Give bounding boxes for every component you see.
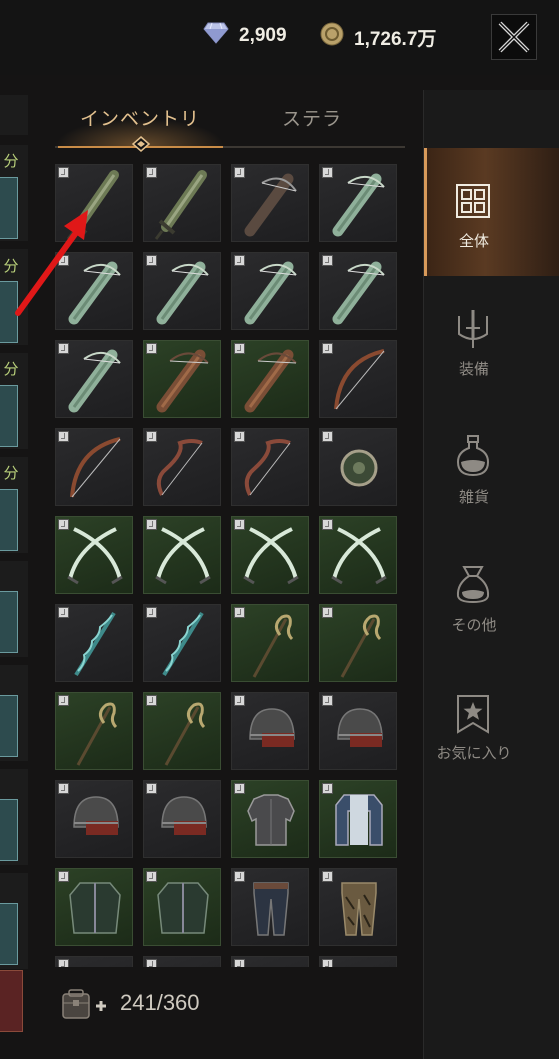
inventory-slot-iron-helmet[interactable] [231,692,309,770]
inventory-slot-serpent-staff[interactable] [231,604,309,682]
active-indicator [424,148,427,276]
top-bar: 2,909 1,726.7万 [0,0,559,75]
inventory-slot-dual-scimitars[interactable] [143,516,221,594]
inventory-slot-longbow[interactable] [319,340,397,418]
inventory-slot-unknown[interactable] [319,956,397,967]
inventory-slot-recurve-bow[interactable] [231,428,309,506]
inventory-slot-twisted-staff-teal[interactable] [143,604,221,682]
inventory-slot-twisted-staff-teal[interactable] [55,604,133,682]
close-icon [498,21,530,53]
left-panel-box[interactable] [0,177,18,239]
inventory-slot-crossbow-green[interactable] [319,252,397,330]
inventory-slot-serpent-staff[interactable] [55,692,133,770]
inventory-slot-serpent-staff[interactable] [319,604,397,682]
inventory-slot-round-shield[interactable] [319,428,397,506]
inventory-slot-serpent-staff[interactable] [143,692,221,770]
inventory-capacity: 241/360 [120,990,200,1015]
inventory-slot-greatsword[interactable] [143,164,221,242]
potion-icon [456,435,490,477]
pouch-icon [456,566,490,604]
inventory-slot-plate-armor[interactable] [231,780,309,858]
left-panel-box[interactable] [0,695,18,757]
category-misc[interactable]: 雑貨 [424,404,559,532]
inventory-slot-crossbow-green[interactable] [143,252,221,330]
gold-currency: 1,726.7万 [320,22,436,52]
left-panel-box[interactable] [0,489,18,551]
inventory-slot-unknown[interactable] [143,956,221,967]
inventory-slot-iron-helmet[interactable] [55,780,133,858]
inventory-slot-green-coat[interactable] [143,868,221,946]
item-checkbox-icon [234,959,245,967]
left-panel-label: 分 [3,464,19,482]
sword-icon [458,310,488,348]
item-checkbox-icon [322,959,333,967]
inventory-slot-crossbow-green[interactable] [231,252,309,330]
inventory-slot-crossbow-green[interactable] [55,252,133,330]
inventory-slot-dual-scimitars[interactable] [319,516,397,594]
category-all[interactable]: 全体 [424,148,559,276]
left-panel-box[interactable] [0,799,18,861]
bag-expand-icon[interactable] [60,988,108,1028]
category-label: 雑貨 [458,488,489,506]
inventory-slot-unknown[interactable] [231,956,309,967]
inventory-slot-patterned-pants[interactable] [319,868,397,946]
close-button[interactable] [491,14,537,60]
left-panel-box[interactable] [0,591,18,653]
category-label: 全体 [458,232,489,250]
inventory-slot-crossbow-green[interactable] [319,164,397,242]
left-panel-box[interactable] [0,385,18,447]
grid-icon [456,184,490,218]
left-panel-bottom-button[interactable] [0,970,23,1032]
category-label: お気に入り [436,744,512,762]
left-panel-edge: 分 分 分 分 [0,95,30,1055]
gold-coin-icon [320,22,344,52]
inventory-slot-blue-coat[interactable] [319,780,397,858]
inventory-slot-dark-pants[interactable] [231,868,309,946]
inventory-slot-crossbow-dark[interactable] [231,164,309,242]
tab-inventory[interactable]: インベントリ [80,104,200,131]
gold-amount: 1,726.7万 [354,28,437,50]
category-sidebar: 全体 装備 雑貨 その他 お気に入り [423,90,559,1059]
inventory-slot-unknown[interactable] [55,956,133,967]
inventory-slot-dual-scimitars[interactable] [231,516,309,594]
category-label: その他 [451,616,497,634]
inventory-slot-iron-helmet[interactable] [319,692,397,770]
item-checkbox-icon [146,959,157,967]
bookmark-star-icon [457,695,489,734]
item-checkbox-icon [58,959,69,967]
left-panel-slot [0,95,28,135]
left-panel-label: 分 [3,360,19,378]
category-label: 装備 [458,360,489,378]
tab-stella[interactable]: ステラ [282,104,342,131]
tab-ornament-icon [132,136,150,152]
gem-amount: 2,909 [239,25,287,46]
inventory-slot-crossbow-brown[interactable] [143,340,221,418]
inventory-slot-recurve-bow[interactable] [143,428,221,506]
inventory-slot-iron-helmet[interactable] [143,780,221,858]
inventory-slot-crossbow-brown[interactable] [231,340,309,418]
inventory-slot-green-coat[interactable] [55,868,133,946]
category-equipment[interactable]: 装備 [424,276,559,404]
inventory-slot-greatsword[interactable] [55,164,133,242]
inventory-slot-crossbow-green[interactable] [55,340,133,418]
inventory-slot-dual-scimitars[interactable] [55,516,133,594]
left-panel-label: 分 [3,257,19,275]
category-favorites[interactable]: お気に入り [424,660,559,788]
gem-currency: 2,909 [203,22,287,50]
left-panel-box[interactable] [0,903,18,965]
category-other[interactable]: その他 [424,532,559,660]
inventory-slot-longbow[interactable] [55,428,133,506]
left-panel-box[interactable] [0,281,18,343]
diamond-icon [203,22,229,50]
inventory-grid [55,164,400,967]
left-panel-label: 分 [3,152,19,170]
